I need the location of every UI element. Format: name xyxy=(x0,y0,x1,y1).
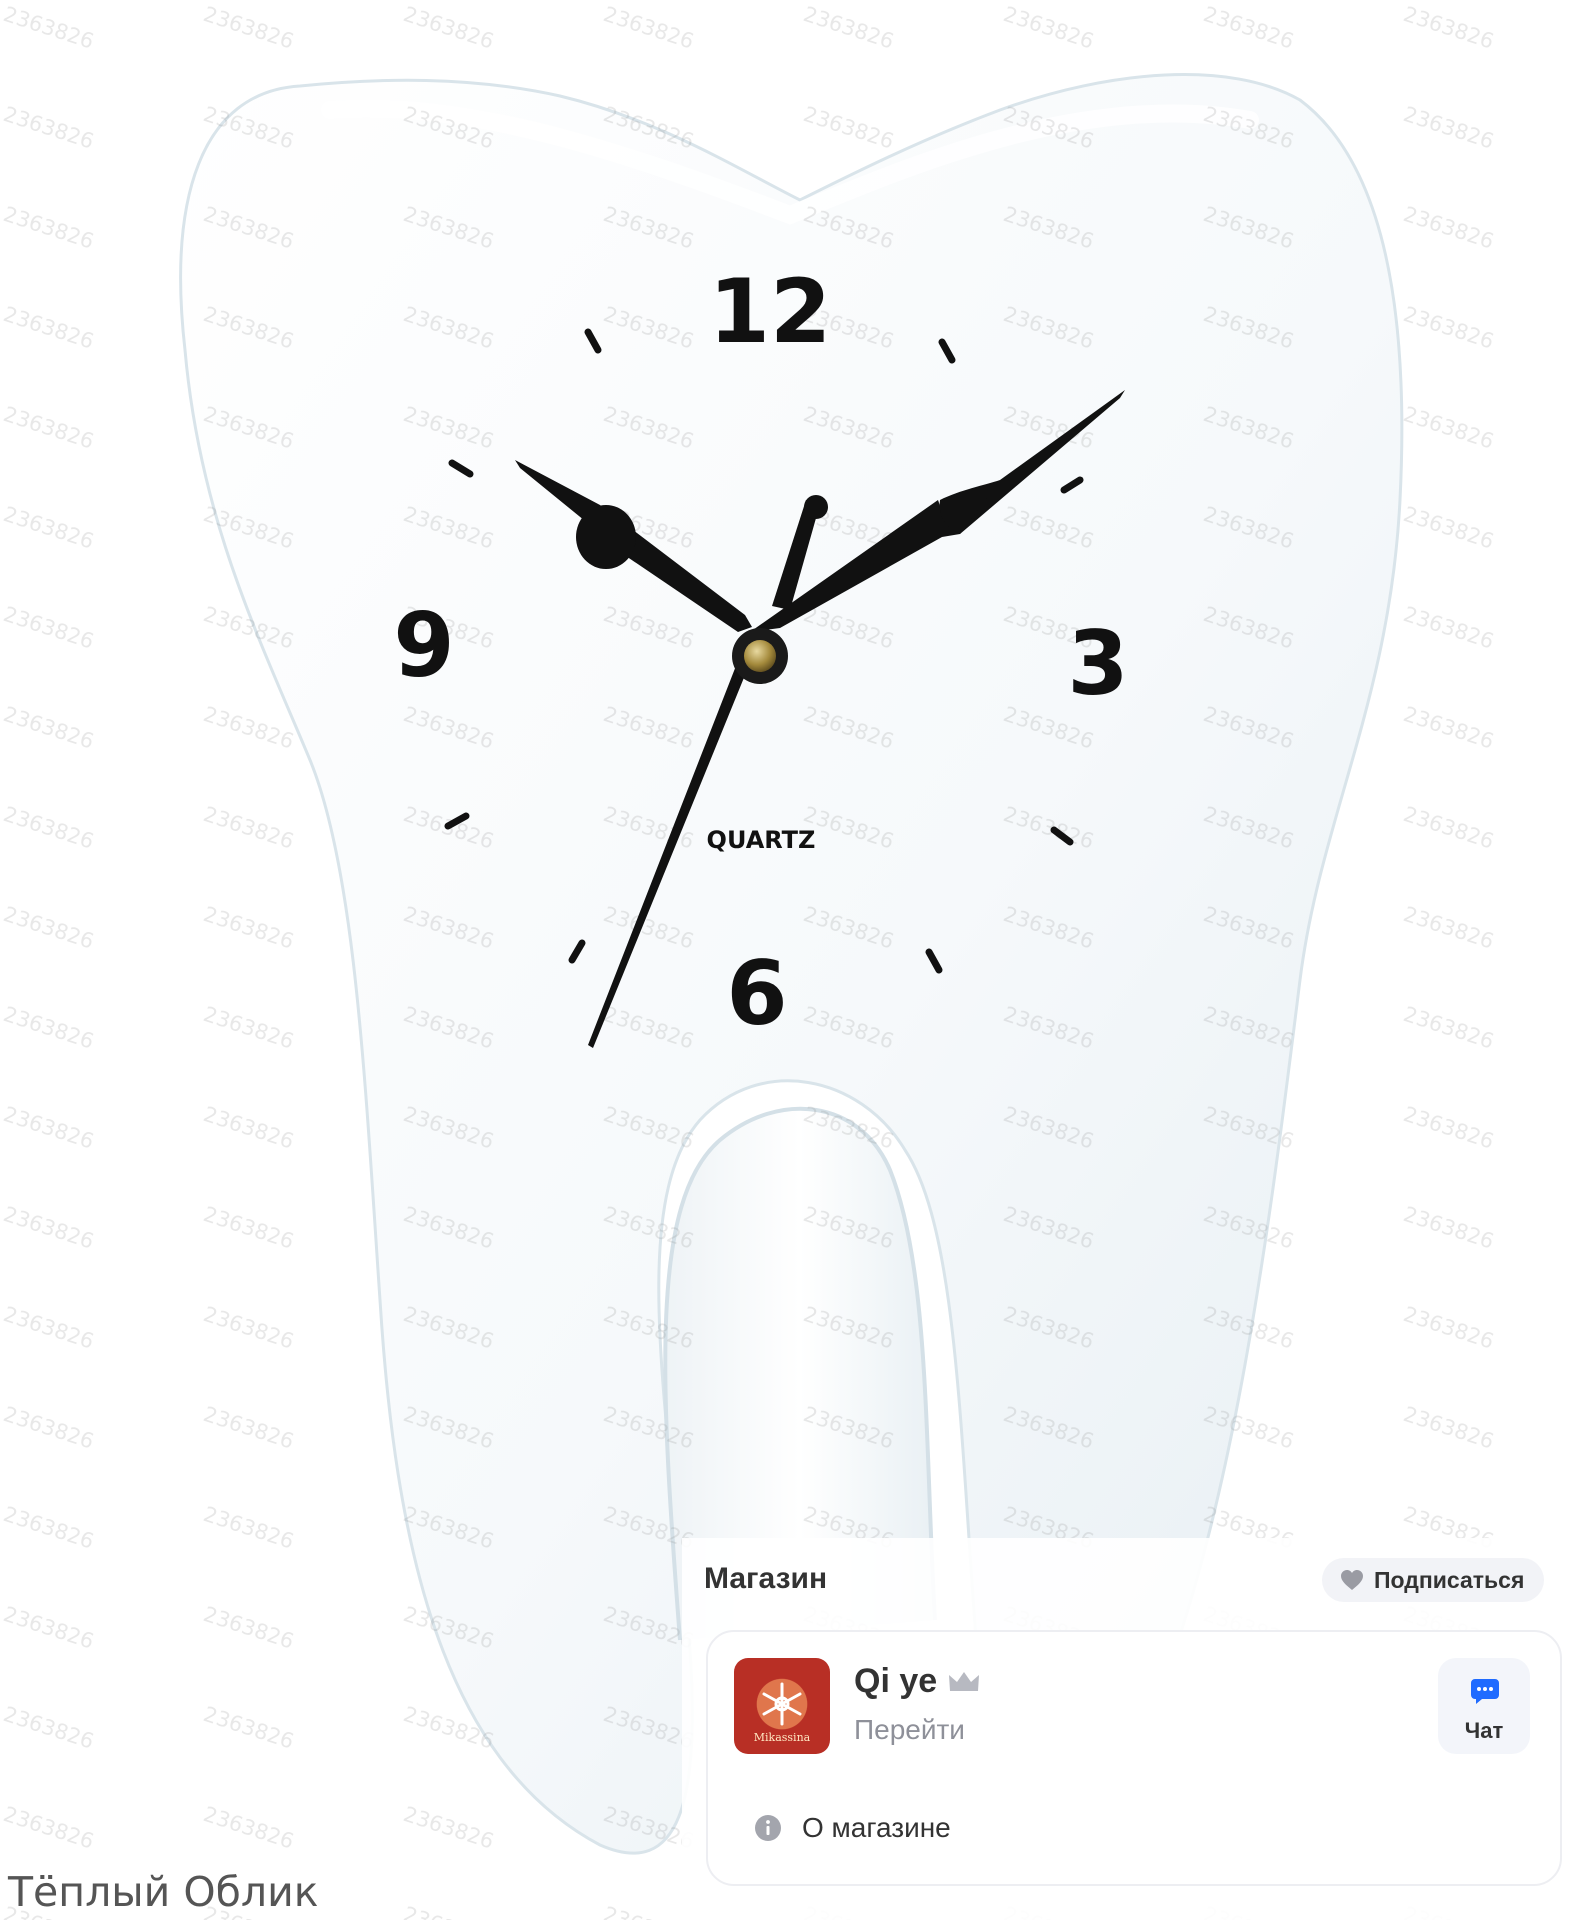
watermark-text: 2363826 xyxy=(1400,902,1496,954)
watermark-text: 2363826 xyxy=(0,402,96,454)
watermark-text: 2363826 xyxy=(0,1802,96,1854)
watermark-text: 2363826 xyxy=(1400,702,1496,754)
store-logo-text: Mikassina xyxy=(753,1731,811,1744)
watermark-text: 2363826 xyxy=(1400,2,1496,54)
watermark-text: 2363826 xyxy=(200,1002,296,1054)
watermark-text: 2363826 xyxy=(200,702,296,754)
info-icon xyxy=(755,1815,781,1841)
goto-store-link[interactable]: Перейти xyxy=(854,1714,965,1746)
watermark-text: 2363826 xyxy=(200,1402,296,1454)
subscribe-label: Подписаться xyxy=(1374,1566,1525,1593)
watermark-text: 2363826 xyxy=(0,1402,96,1454)
watermark-text: 2363826 xyxy=(1400,1102,1496,1154)
numeral-6: 6 xyxy=(726,942,787,1045)
watermark-text: 2363826 xyxy=(1400,1302,1496,1354)
watermark-text: 2363826 xyxy=(1400,502,1496,554)
watermark-text: 2363826 xyxy=(200,1702,296,1754)
numeral-12: 12 xyxy=(709,260,831,363)
watermark-text: 2363826 xyxy=(600,2,696,54)
watermark-text: 2363826 xyxy=(1400,202,1496,254)
watermark-text: 2363826 xyxy=(0,802,96,854)
crown-icon xyxy=(949,1671,980,1691)
watermark-text: 2363826 xyxy=(400,1802,496,1854)
watermark-text: 2363826 xyxy=(200,902,296,954)
watermark-text: 2363826 xyxy=(0,302,96,354)
heart-icon xyxy=(1341,1570,1363,1590)
watermark-text: 2363826 xyxy=(0,102,96,154)
quartz-label: QUARTZ xyxy=(707,826,816,854)
watermark-text: 2363826 xyxy=(200,1102,296,1154)
store-logo[interactable]: Mikassina xyxy=(734,1658,830,1754)
watermark-text: 2363826 xyxy=(0,602,96,654)
watermark-text: 2363826 xyxy=(0,1202,96,1254)
watermark-text: 2363826 xyxy=(400,1902,496,1920)
watermark-text: 2363826 xyxy=(1400,1002,1496,1054)
chat-bubble-icon xyxy=(1471,1679,1499,1704)
store-card: Mikassina Qi ye Перейти Чат О магазине xyxy=(706,1630,1562,1886)
chat-button[interactable]: Чат xyxy=(1438,1658,1530,1754)
watermark-text: 2363826 xyxy=(1400,1202,1496,1254)
watermark-text: 2363826 xyxy=(0,502,96,554)
subscribe-button[interactable]: Подписаться xyxy=(1322,1558,1545,1602)
watermark-text: 2363826 xyxy=(1000,2,1096,54)
watermark-text: 2363826 xyxy=(200,1302,296,1354)
watermark-text: 2363826 xyxy=(200,2,296,54)
watermark-text: 2363826 xyxy=(0,1502,96,1554)
watermark-text: 2363826 xyxy=(1400,602,1496,654)
watermark-text: 2363826 xyxy=(1200,2,1296,54)
store-name-label: Qi ye xyxy=(854,1662,938,1700)
watermark-text: 2363826 xyxy=(1400,1402,1496,1454)
numeral-3: 3 xyxy=(1067,612,1128,715)
watermark-text: 2363826 xyxy=(1400,802,1496,854)
numeral-9: 9 xyxy=(393,594,454,697)
chat-label: Чат xyxy=(1464,1718,1504,1743)
watermark-text: 2363826 xyxy=(0,2,96,54)
center-pin xyxy=(744,640,776,672)
watermark-text: 2363826 xyxy=(0,1702,96,1754)
about-store-row[interactable]: О магазине xyxy=(754,1808,951,1848)
watermark-text: 2363826 xyxy=(0,1002,96,1054)
watermark-text: 2363826 xyxy=(1400,402,1496,454)
watermark-text: 2363826 xyxy=(800,102,896,154)
watermark-text: 2363826 xyxy=(200,1202,296,1254)
watermark-text: 2363826 xyxy=(200,1802,296,1854)
watermark-text: 2363826 xyxy=(0,902,96,954)
watermark-text: 2363826 xyxy=(200,802,296,854)
watermark-text: 2363826 xyxy=(0,1302,96,1354)
about-store-label: О магазине xyxy=(802,1812,951,1843)
watermark-text: 2363826 xyxy=(400,2,496,54)
watermark-text: 2363826 xyxy=(1400,302,1496,354)
store-section-title: Магазин xyxy=(704,1562,828,1595)
watermark-text: 2363826 xyxy=(0,1102,96,1154)
brand-caption: Тёплый Облик xyxy=(8,1868,319,1916)
watermark-text: 2363826 xyxy=(0,702,96,754)
store-panel: Магазин Подписаться Mikassina Qi ye Пере… xyxy=(682,1538,1585,1920)
watermark-text: 2363826 xyxy=(200,1502,296,1554)
watermark-text: 2363826 xyxy=(1400,102,1496,154)
watermark-text: 2363826 xyxy=(0,1602,96,1654)
watermark-text: 2363826 xyxy=(0,202,96,254)
watermark-text: 2363826 xyxy=(800,2,896,54)
store-name[interactable]: Qi ye xyxy=(854,1662,981,1701)
watermark-text: 2363826 xyxy=(200,1602,296,1654)
